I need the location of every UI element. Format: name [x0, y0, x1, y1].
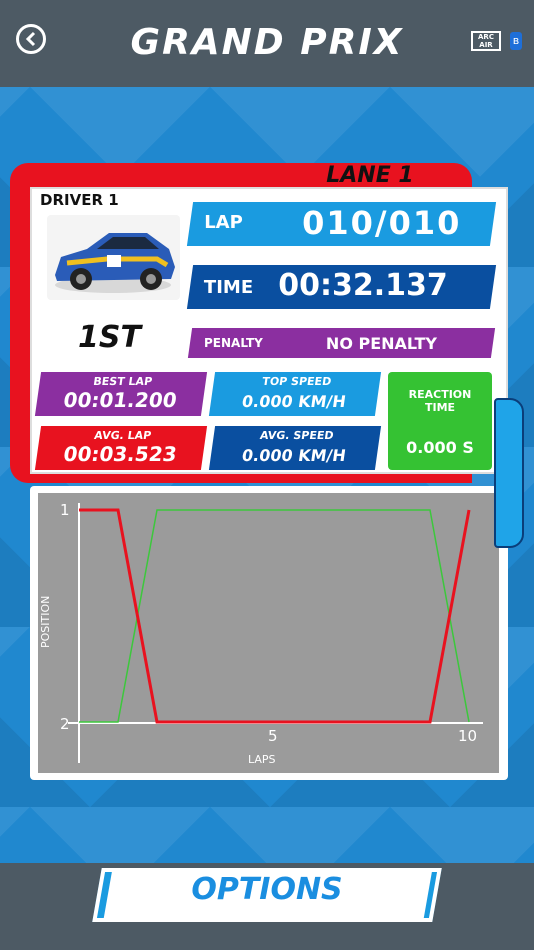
avg-lap-stat: AVG. LAP 00:03.523	[34, 426, 208, 470]
x-axis-label: LAPS	[248, 753, 276, 766]
next-lane-tab[interactable]	[494, 398, 524, 548]
driver-name: DRIVER 1	[40, 191, 119, 209]
top-speed-stat: TOP SPEED 0.000 KM/H	[208, 372, 382, 416]
x-tick-5: 5	[268, 727, 278, 745]
reaction-value: 0.000 S	[406, 438, 474, 457]
logo-text-bottom: AIR	[479, 41, 493, 49]
avg-lap-label: AVG. LAP	[93, 429, 153, 442]
car-image	[47, 215, 180, 300]
penalty-value: NO PENALTY	[325, 334, 437, 353]
series-line-1	[79, 508, 471, 724]
avg-speed-label: AVG. SPEED	[259, 429, 335, 442]
y-tick-1: 1	[60, 501, 70, 519]
penalty-label: PENALTY	[204, 336, 263, 350]
best-lap-stat: BEST LAP 00:01.200	[34, 372, 208, 416]
page-title: GRAND PRIX	[130, 22, 404, 63]
lap-label: LAP	[204, 212, 243, 233]
time-value: 00:32.137	[278, 268, 448, 303]
penalty-box: PENALTY NO PENALTY	[187, 328, 496, 358]
lap-box: LAP 010/010	[186, 202, 497, 246]
reaction-label-2: TIME	[424, 401, 456, 414]
reaction-time-stat: REACTION TIME 0.000 S	[388, 372, 492, 470]
arc-air-logo: ARC AIR	[471, 31, 501, 51]
lane-label: LANE 1	[326, 163, 414, 188]
position-chart: 1 2 5 10 LAPS POSITION	[38, 493, 499, 773]
bluetooth-icon[interactable]: ʙ	[510, 32, 522, 50]
y-tick-2: 2	[60, 715, 70, 733]
time-box: TIME 00:32.137	[186, 265, 497, 309]
avg-lap-value: 00:03.523	[61, 442, 179, 466]
time-label: TIME	[203, 277, 254, 298]
options-label: OPTIONS	[191, 872, 343, 907]
race-position: 1ST	[78, 320, 141, 355]
top-speed-value: 0.000 KM/H	[240, 392, 348, 411]
reaction-label-1: REACTION	[408, 388, 472, 401]
top-speed-label: TOP SPEED	[261, 375, 333, 388]
lap-value: 010/010	[302, 204, 462, 242]
avg-speed-stat: AVG. SPEED 0.000 KM/H	[208, 426, 382, 470]
best-lap-label: BEST LAP	[92, 375, 154, 388]
y-axis-label: POSITION	[39, 596, 52, 648]
logo-text-top: ARC	[478, 33, 494, 41]
position-chart-svg: 1 2 5 10 LAPS POSITION	[39, 501, 483, 766]
x-tick-10: 10	[458, 727, 477, 745]
best-lap-value: 00:01.200	[61, 388, 179, 412]
avg-speed-value: 0.000 KM/H	[240, 446, 348, 465]
